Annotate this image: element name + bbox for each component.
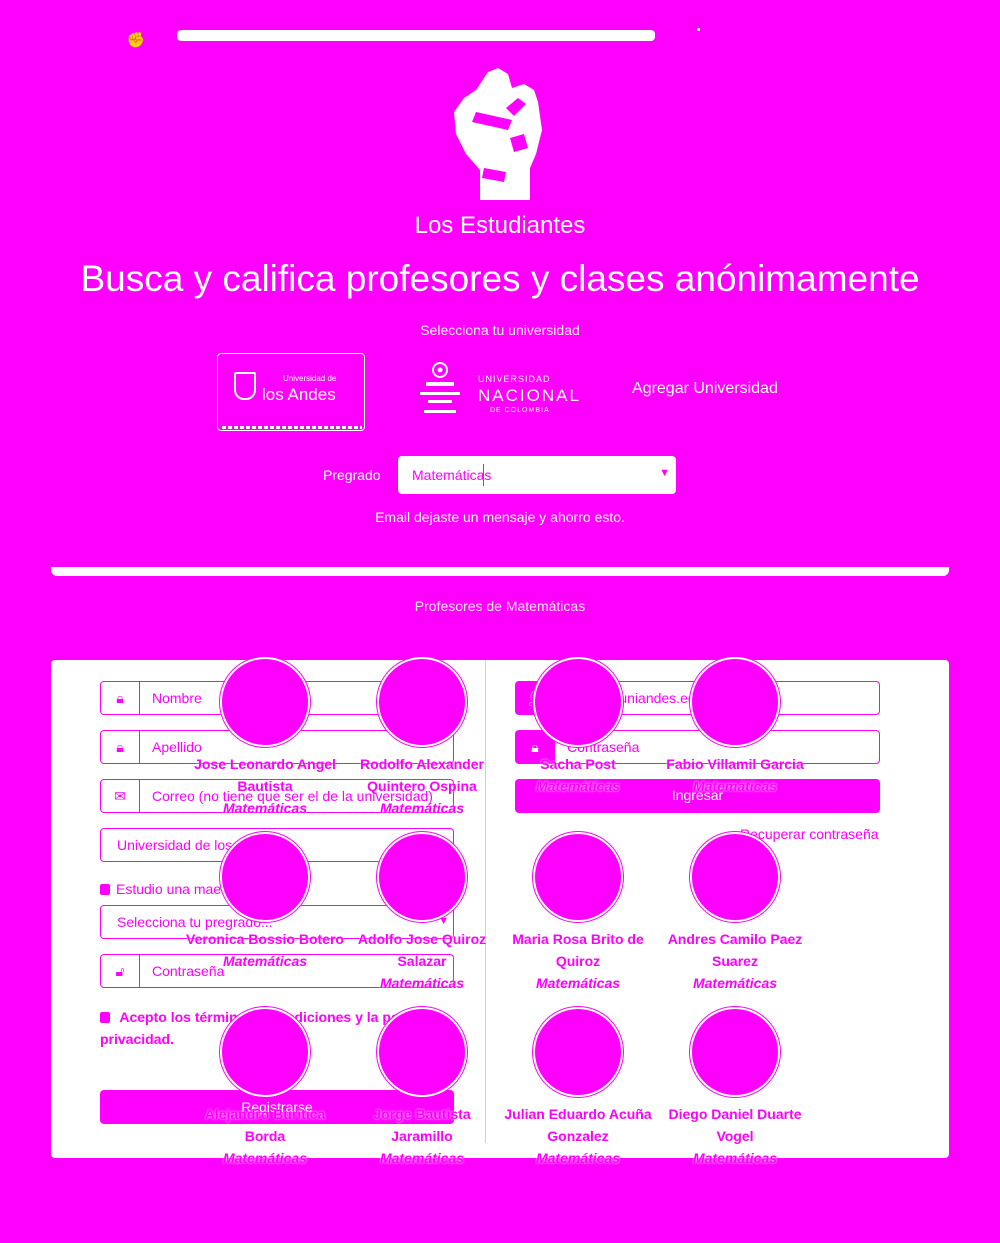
professor-dept: Matemáticas <box>535 975 621 991</box>
pregrado-select[interactable]: Matemáticas ▼ <box>398 456 676 494</box>
professor-avatar <box>220 832 310 922</box>
professor-dept: Matemáticas <box>692 975 778 991</box>
andes-shield-icon <box>234 372 256 400</box>
professor-card[interactable]: Jorge Bautista Jaramillo Matemáticas <box>342 1007 502 1169</box>
professor-dept: Matemáticas <box>379 1150 465 1166</box>
fist-logo-icon <box>454 68 542 200</box>
professor-avatar <box>690 1007 780 1097</box>
professor-dept: Matemáticas <box>535 778 621 794</box>
professor-dept: Matemáticas <box>535 1150 621 1166</box>
professor-avatar <box>690 832 780 922</box>
section-divider <box>51 567 949 576</box>
pregrado-note: Email dejaste un mensaje y ahorro esto. <box>375 509 625 525</box>
professor-name: Julian Eduardo Acuña Gonzalez <box>504 1106 652 1144</box>
brand-name: Los Estudiantes <box>414 212 586 239</box>
professor-name: Jorge Bautista Jaramillo <box>373 1106 471 1144</box>
professor-card[interactable]: Diego Daniel Duarte Vogel Matemáticas <box>655 1007 815 1169</box>
professor-card[interactable]: Andres Camilo Paez Suarez Matemáticas <box>655 832 815 994</box>
professor-name: Andres Camilo Paez Suarez <box>667 931 803 969</box>
pregrado-selected-value: Matemáticas <box>412 467 492 483</box>
professor-avatar <box>533 832 623 922</box>
professor-card[interactable]: Fabio Villamil Garcia Matemáticas <box>655 657 815 797</box>
professor-name: Sacha Post <box>540 756 616 772</box>
nacional-name: NACIONAL <box>478 386 581 405</box>
andes-name: los Andes <box>262 385 336 404</box>
add-university-link[interactable]: Agregar Universidad <box>632 380 778 398</box>
professor-name: Rodolfo Alexander Quintero Ospina <box>360 756 484 794</box>
professor-name: Alejandro Buritica Borda <box>204 1106 326 1144</box>
university-card-andes[interactable]: Universidad de los Andes <box>217 353 365 431</box>
professor-dept: Matemáticas <box>692 1150 778 1166</box>
professor-card[interactable]: Sacha Post Matemáticas <box>498 657 658 797</box>
professor-name: Adolfo Jose Quiroz Salazar <box>357 931 487 969</box>
lock-icon: 🔒︎ <box>101 682 140 714</box>
card-underline <box>222 426 362 429</box>
professor-card[interactable]: Maria Rosa Brito de Quiroz Matemáticas <box>498 832 658 994</box>
professor-card[interactable]: Jose Leonardo Angel Bautista Matemáticas <box>185 657 345 819</box>
andes-small-label: Universidad de <box>283 374 337 383</box>
professor-dept: Matemáticas <box>222 1150 308 1166</box>
section-title: Profesores de Matemáticas <box>414 598 586 614</box>
professor-avatar <box>533 657 623 747</box>
professor-card[interactable]: Julian Eduardo Acuña Gonzalez Matemática… <box>498 1007 658 1169</box>
professor-card[interactable]: Rodolfo Alexander Quintero Ospina Matemá… <box>342 657 502 819</box>
page-title: Busca y califica profesores y clases anó… <box>80 258 920 299</box>
professor-name: Fabio Villamil Garcia <box>666 756 804 772</box>
nacional-emblem-icon <box>420 362 460 413</box>
professor-card[interactable]: Adolfo Jose Quiroz Salazar Matemáticas <box>342 832 502 994</box>
professor-avatar <box>377 832 467 922</box>
professor-name: Veronica Bossio Botero <box>186 931 344 947</box>
professor-name: Jose Leonardo Angel Bautista <box>194 756 336 794</box>
text-cursor <box>483 464 484 486</box>
professor-avatar <box>690 657 780 747</box>
fist-icon[interactable]: ✊ <box>126 30 146 50</box>
university-card-nacional[interactable]: UNIVERSIDAD NACIONAL DE COLOMBIA <box>416 358 586 424</box>
professor-dept: Matemáticas <box>692 778 778 794</box>
checkbox-icon <box>100 1012 110 1023</box>
lock-icon: 🔒︎ <box>101 731 140 763</box>
chevron-down-icon: ▼ <box>659 467 670 479</box>
unlock-icon: 🔓︎ <box>101 955 140 987</box>
select-university-label: Selecciona tu universidad <box>420 322 580 338</box>
search-bar[interactable] <box>177 30 655 41</box>
envelope-icon: ✉ <box>101 780 140 812</box>
nacional-top-label: UNIVERSIDAD <box>478 374 551 384</box>
professor-name: Diego Daniel Duarte Vogel <box>668 1106 802 1144</box>
professor-avatar <box>533 1007 623 1097</box>
professor-dept: Matemáticas <box>379 800 465 816</box>
professor-name: Maria Rosa Brito de Quiroz <box>512 931 644 969</box>
checkbox-icon <box>100 884 110 895</box>
professor-dept: Matemáticas <box>222 953 308 969</box>
nav-dot <box>697 28 700 31</box>
professor-card[interactable]: Veronica Bossio Botero Matemáticas <box>185 832 345 972</box>
professor-avatar <box>220 657 310 747</box>
pregrado-label: Pregrado <box>323 467 381 483</box>
professor-avatar <box>220 1007 310 1097</box>
nacional-sub-label: DE COLOMBIA <box>490 407 550 414</box>
professor-dept: Matemáticas <box>222 800 308 816</box>
professor-avatar <box>377 1007 467 1097</box>
professor-dept: Matemáticas <box>379 975 465 991</box>
professor-avatar <box>377 657 467 747</box>
professor-card[interactable]: Alejandro Buritica Borda Matemáticas <box>185 1007 345 1169</box>
